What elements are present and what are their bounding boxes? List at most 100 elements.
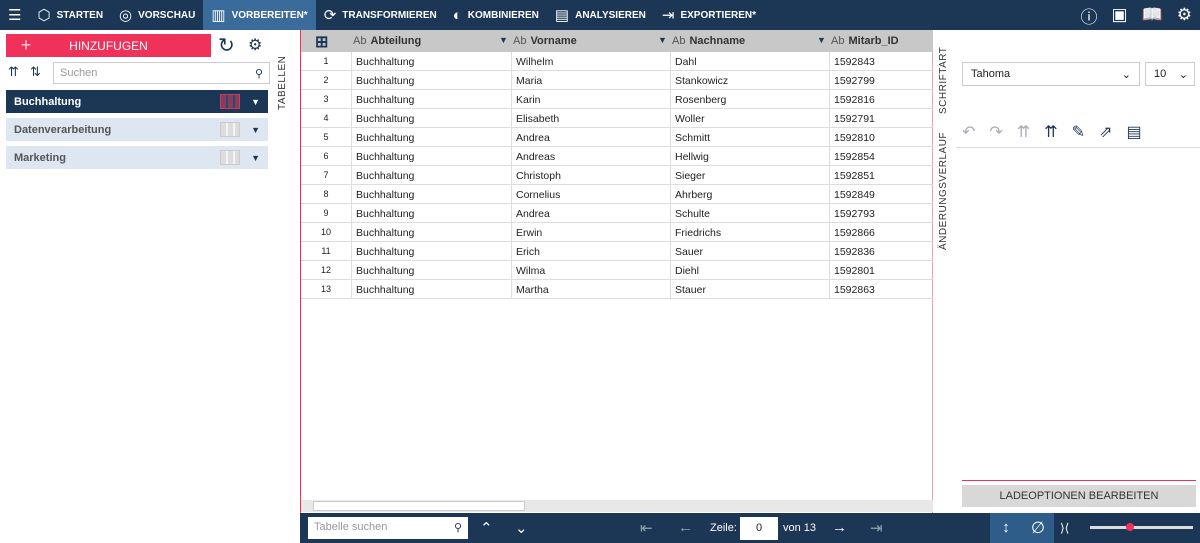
table-cell[interactable]: Buchhaltung <box>351 147 511 166</box>
fit-height-button[interactable]: ↕ <box>990 513 1022 543</box>
script-icon[interactable]: ▤ <box>1126 122 1141 142</box>
table-group-item[interactable]: Marketing ▼ <box>6 146 268 169</box>
row-input[interactable]: 0 <box>740 517 778 540</box>
table-cell[interactable]: Andrea <box>511 128 670 147</box>
table-cell[interactable]: Hellwig <box>670 147 829 166</box>
table-row[interactable]: 3 Buchhaltung Karin Rosenberg 1592816 <box>301 90 933 109</box>
table-row[interactable]: 7 Buchhaltung Christoph Sieger 1592851 <box>301 166 933 185</box>
table-cell[interactable]: Wilma <box>511 261 670 280</box>
table-cell[interactable]: Wilhelm <box>511 52 670 71</box>
first-row-icon[interactable]: ⇤ <box>640 519 653 537</box>
caret-down-icon[interactable]: ▼ <box>251 153 260 163</box>
table-cell[interactable]: Buchhaltung <box>351 128 511 147</box>
table-cell[interactable]: Cornelius <box>511 185 670 204</box>
last-row-icon[interactable]: ⇥ <box>870 519 883 537</box>
column-menu-icon[interactable]: ▼ <box>499 35 508 45</box>
table-cell[interactable]: Christoph <box>511 166 670 185</box>
table-cell[interactable]: Friedrichs <box>670 223 829 242</box>
table-cell[interactable]: Buchhaltung <box>351 185 511 204</box>
scroll-thumb[interactable] <box>313 501 525 511</box>
table-row[interactable]: 2 Buchhaltung Maria Stankowicz 1592799 <box>301 71 933 90</box>
gear-icon[interactable]: ⚙ <box>1177 5 1192 25</box>
table-row[interactable]: 6 Buchhaltung Andreas Hellwig 1592854 <box>301 147 933 166</box>
table-cell[interactable]: 1592799 <box>829 71 933 90</box>
nav-starten[interactable]: ⬡ STARTEN <box>29 0 111 30</box>
previous-row-icon[interactable]: ← <box>678 519 693 536</box>
edit-load-options-button[interactable]: LADEOPTIONEN BEARBEITEN <box>962 485 1196 507</box>
edit-step-icon[interactable]: ✎ <box>1072 122 1085 142</box>
table-cell[interactable]: Sauer <box>670 242 829 261</box>
table-row[interactable]: 10 Buchhaltung Erwin Friedrichs 1592866 <box>301 223 933 242</box>
table-cell[interactable]: Martha <box>511 280 670 299</box>
table-row[interactable]: 12 Buchhaltung Wilma Diehl 1592801 <box>301 261 933 280</box>
table-cell[interactable]: 1592863 <box>829 280 933 299</box>
nav-vorbereiten[interactable]: ▥ VORBEREITEN* <box>203 0 316 30</box>
table-cell[interactable]: Andreas <box>511 147 670 166</box>
table-cell[interactable]: 1592791 <box>829 109 933 128</box>
table-cell[interactable]: Ahrberg <box>670 185 829 204</box>
font-select[interactable]: Tahoma ⌄ <box>962 62 1140 86</box>
redo-icon[interactable]: ↷ <box>989 122 1002 142</box>
nav-analysieren[interactable]: ▤ ANALYSIEREN <box>547 0 654 30</box>
window-icon[interactable]: ▣ <box>1112 5 1128 25</box>
font-size-select[interactable]: 10 ⌄ <box>1145 62 1195 86</box>
menu-button[interactable]: ☰ <box>0 0 29 30</box>
table-cell[interactable]: Buchhaltung <box>351 242 511 261</box>
table-cell[interactable]: Diehl <box>670 261 829 280</box>
caret-down-icon[interactable]: ▼ <box>251 125 260 135</box>
column-menu-icon[interactable]: ▼ <box>817 35 826 45</box>
table-cell[interactable]: 1592801 <box>829 261 933 280</box>
collapse-columns-icon[interactable]: ⟩⟨ <box>1060 521 1069 535</box>
apply-step-icon[interactable]: ⇗ <box>1099 122 1112 142</box>
previous-match-icon[interactable]: ⌃ <box>480 519 493 537</box>
column-header[interactable]: Ab Abteilung <box>353 35 421 47</box>
table-group-item[interactable]: Datenverarbeitung ▼ <box>6 118 268 141</box>
table-cell[interactable]: Buchhaltung <box>351 223 511 242</box>
table-row[interactable]: 1 Buchhaltung Wilhelm Dahl 1592843 <box>301 52 933 71</box>
table-cell[interactable]: Schulte <box>670 204 829 223</box>
table-cell[interactable]: Buchhaltung <box>351 90 511 109</box>
horizontal-scrollbar[interactable] <box>301 500 933 512</box>
table-cell[interactable]: 1592836 <box>829 242 933 261</box>
table-cell[interactable]: Elisabeth <box>511 109 670 128</box>
grid-search-input[interactable]: Tabelle suchen ⚲ <box>308 517 468 539</box>
column-menu-icon[interactable]: ▼ <box>658 35 667 45</box>
table-grid-icon[interactable] <box>220 122 240 137</box>
refresh-icon[interactable]: ↻ <box>218 33 235 58</box>
table-grid-icon[interactable] <box>220 150 240 165</box>
tables-strip[interactable]: TABELLEN <box>277 40 299 110</box>
table-cell[interactable]: Rosenberg <box>670 90 829 109</box>
table-group-item[interactable]: Buchhaltung ▼ <box>6 90 268 113</box>
table-cell[interactable]: Buchhaltung <box>351 166 511 185</box>
next-match-icon[interactable]: ⌄ <box>515 519 528 537</box>
nav-exportieren[interactable]: ⇥ EXPORTIEREN* <box>654 0 764 30</box>
table-cell[interactable]: Buchhaltung <box>351 261 511 280</box>
table-cell[interactable]: 1592793 <box>829 204 933 223</box>
collapse-all-icon[interactable]: ⇈ <box>8 64 19 80</box>
table-cell[interactable]: Stauer <box>670 280 829 299</box>
table-cell[interactable]: Karin <box>511 90 670 109</box>
nav-kombinieren[interactable]: ◐ KOMBINIEREN <box>445 0 547 30</box>
table-row[interactable]: 11 Buchhaltung Erich Sauer 1592836 <box>301 242 933 261</box>
table-cell[interactable]: 1592851 <box>829 166 933 185</box>
table-search-input[interactable]: Suchen ⚲ <box>53 62 270 84</box>
table-cell[interactable]: Buchhaltung <box>351 52 511 71</box>
table-cell[interactable]: Erwin <box>511 223 670 242</box>
table-cell[interactable]: Buchhaltung <box>351 109 511 128</box>
table-cell[interactable]: Buchhaltung <box>351 280 511 299</box>
column-header[interactable]: Ab Mitarb_ID <box>831 35 899 47</box>
table-cell[interactable]: 1592866 <box>829 223 933 242</box>
zoom-slider[interactable] <box>1090 523 1193 531</box>
add-button[interactable]: + HINZUFUGEN <box>6 34 211 57</box>
table-cell[interactable]: 1592849 <box>829 185 933 204</box>
nav-vorschau[interactable]: ◎ VORSCHAU <box>111 0 203 30</box>
table-cell[interactable]: 1592810 <box>829 128 933 147</box>
filter-table-icon[interactable]: ⊞ <box>315 32 328 52</box>
move-top-icon[interactable]: ⇈ <box>1017 122 1030 142</box>
table-row[interactable]: 9 Buchhaltung Andrea Schulte 1592793 <box>301 204 933 223</box>
help-book-icon[interactable]: 📖 <box>1142 5 1163 25</box>
table-row[interactable]: 13 Buchhaltung Martha Stauer 1592863 <box>301 280 933 299</box>
table-row[interactable]: 4 Buchhaltung Elisabeth Woller 1592791 <box>301 109 933 128</box>
next-row-icon[interactable]: → <box>832 519 847 536</box>
table-cell[interactable]: Sieger <box>670 166 829 185</box>
